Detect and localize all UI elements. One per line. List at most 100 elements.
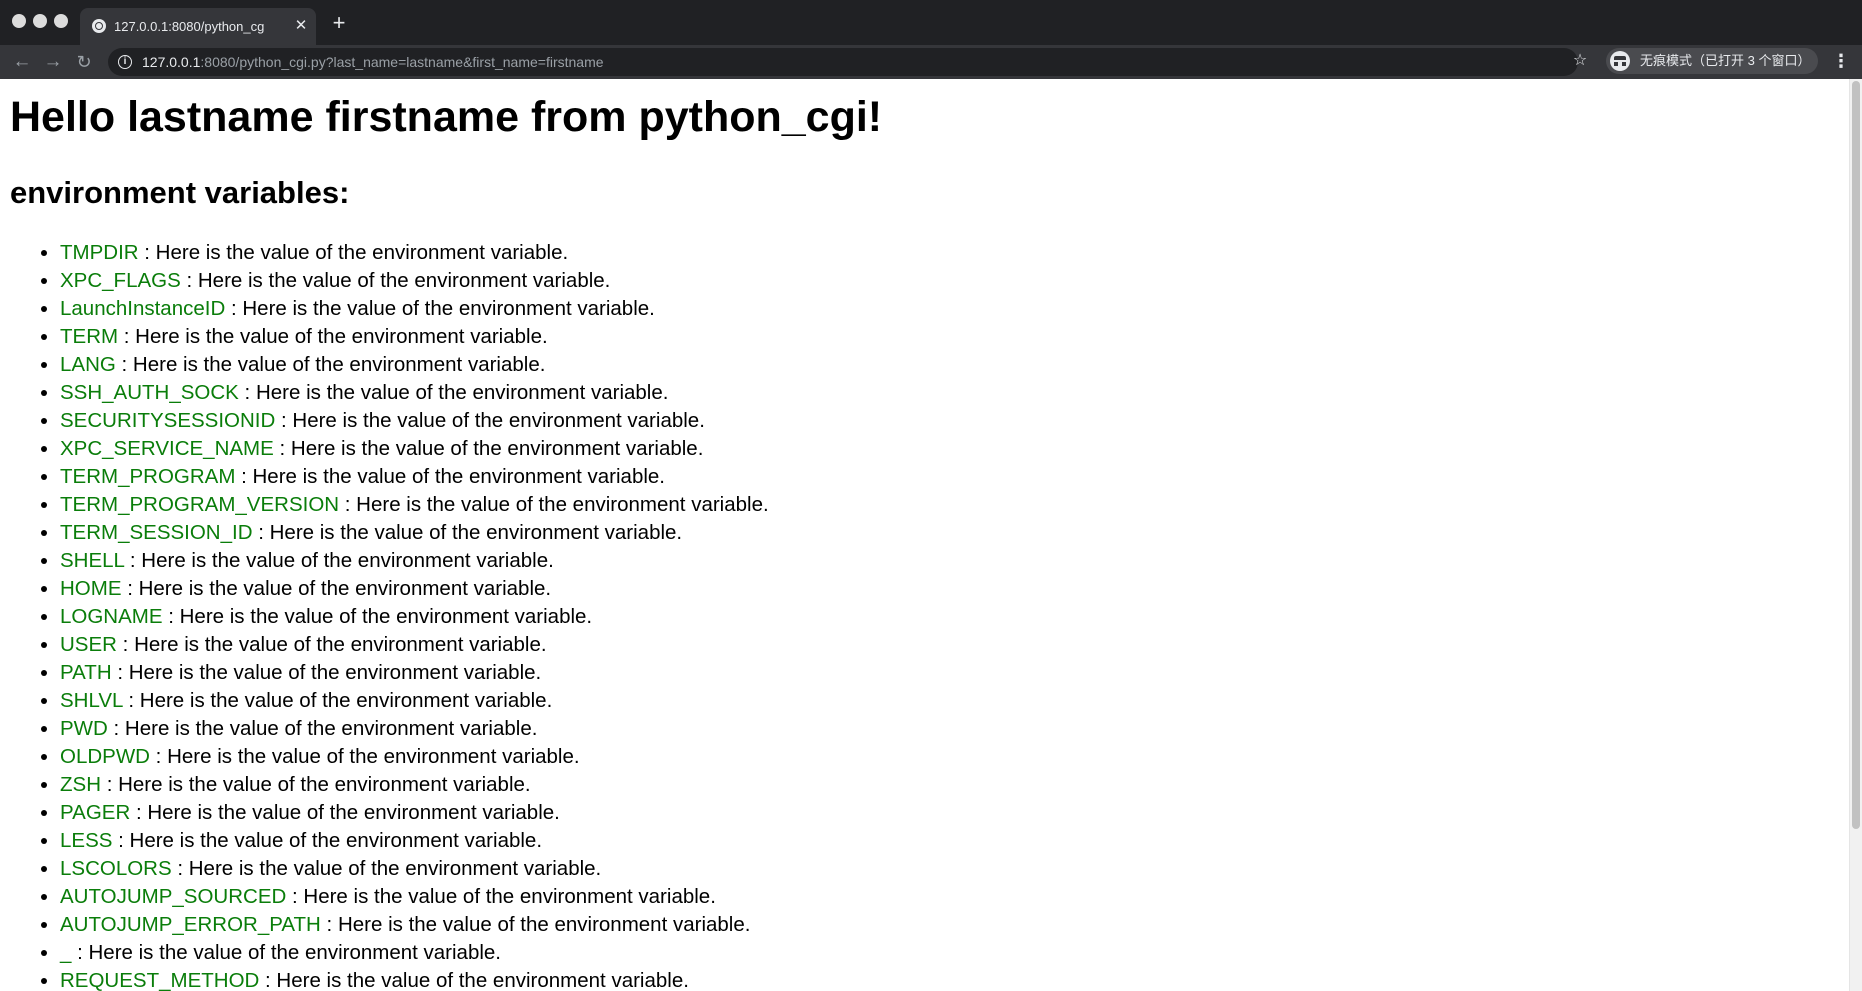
env-var-value: Here is the value of the environment var… bbox=[255, 381, 669, 404]
env-var-item: AUTOJUMP_SOURCED : Here is the value of … bbox=[60, 883, 769, 911]
env-var-separator: : bbox=[111, 661, 129, 684]
address-bar[interactable]: i 127.0.0.1:8080/python_cgi.py?last_name… bbox=[108, 48, 1578, 76]
env-var-item: AUTOJUMP_ERROR_PATH : Here is the value … bbox=[60, 911, 769, 939]
env-var-item: LOGNAME : Here is the value of the envir… bbox=[60, 603, 769, 631]
incognito-label: 无痕模式（已打开 3 个窗口） bbox=[1640, 53, 1811, 68]
env-var-item: PAGER : Here is the value of the environ… bbox=[60, 799, 769, 827]
env-var-item: TERM_SESSION_ID : Here is the value of t… bbox=[60, 519, 769, 547]
env-var-item: PWD : Here is the value of the environme… bbox=[60, 715, 769, 743]
env-var-item: HOME : Here is the value of the environm… bbox=[60, 575, 769, 603]
site-info-icon[interactable]: i bbox=[118, 55, 132, 69]
env-var-name: TMPDIR bbox=[60, 241, 139, 264]
bookmark-star-icon[interactable]: ☆ bbox=[1570, 51, 1590, 71]
env-var-name: SHLVL bbox=[60, 689, 123, 712]
env-var-separator: : bbox=[225, 297, 243, 320]
env-var-name: HOME bbox=[60, 577, 122, 600]
env-var-value: Here is the value of the environment var… bbox=[179, 605, 593, 628]
env-var-separator: : bbox=[275, 409, 293, 432]
env-var-value: Here is the value of the environment var… bbox=[118, 773, 531, 796]
close-tab-icon[interactable]: ✕ bbox=[292, 17, 310, 35]
env-var-name: XPC_FLAGS bbox=[60, 269, 181, 292]
env-var-item: _ : Here is the value of the environment… bbox=[60, 939, 769, 967]
new-tab-button[interactable]: + bbox=[328, 12, 350, 34]
env-var-name: AUTOJUMP_ERROR_PATH bbox=[60, 913, 321, 936]
env-var-name: TERM bbox=[60, 325, 119, 348]
close-window-button[interactable] bbox=[12, 14, 26, 28]
env-var-name: REQUEST_METHOD bbox=[60, 969, 260, 991]
maximize-window-button[interactable] bbox=[54, 14, 68, 28]
back-button[interactable]: ← bbox=[10, 50, 34, 74]
env-var-separator: : bbox=[121, 577, 139, 600]
env-var-item: LESS : Here is the value of the environm… bbox=[60, 827, 769, 855]
env-var-separator: : bbox=[286, 885, 304, 908]
env-var-value: Here is the value of the environment var… bbox=[167, 745, 580, 768]
tab-title: 127.0.0.1:8080/python_cgi.py? bbox=[114, 19, 264, 34]
env-var-value: Here is the value of the environment var… bbox=[242, 297, 655, 320]
browser-chrome: 127.0.0.1:8080/python_cgi.py? ✕ + ← → ↻ … bbox=[0, 0, 1862, 79]
env-var-item: SHLVL : Here is the value of the environ… bbox=[60, 687, 769, 715]
env-var-separator: : bbox=[122, 689, 140, 712]
env-var-name: SHELL bbox=[60, 549, 125, 572]
env-var-item: SSH_AUTH_SOCK : Here is the value of the… bbox=[60, 379, 769, 407]
env-var-value: Here is the value of the environment var… bbox=[141, 549, 554, 572]
env-var-item: USER : Here is the value of the environm… bbox=[60, 631, 769, 659]
env-var-item: TERM_PROGRAM_VERSION : Here is the value… bbox=[60, 491, 769, 519]
env-var-item: TMPDIR : Here is the value of the enviro… bbox=[60, 239, 769, 267]
env-var-value: Here is the value of the environment var… bbox=[132, 353, 546, 376]
incognito-icon bbox=[1610, 51, 1630, 71]
env-var-separator: : bbox=[101, 773, 119, 796]
env-var-item: SHELL : Here is the value of the environ… bbox=[60, 547, 769, 575]
env-var-value: Here is the value of the environment var… bbox=[155, 241, 569, 264]
env-var-value: Here is the value of the environment var… bbox=[276, 969, 689, 991]
env-var-name: LaunchInstanceID bbox=[60, 297, 226, 320]
env-var-separator: : bbox=[339, 493, 357, 516]
env-var-item: TERM_PROGRAM : Here is the value of the … bbox=[60, 463, 769, 491]
env-var-value: Here is the value of the environment var… bbox=[139, 689, 553, 712]
env-var-item: ZSH : Here is the value of the environme… bbox=[60, 771, 769, 799]
env-var-item: TERM : Here is the value of the environm… bbox=[60, 323, 769, 351]
env-var-value: Here is the value of the environment var… bbox=[88, 941, 502, 964]
scrollbar-thumb[interactable] bbox=[1852, 81, 1860, 829]
url-host: 127.0.0.1 bbox=[142, 54, 201, 70]
tab-python-cgi[interactable]: 127.0.0.1:8080/python_cgi.py? ✕ bbox=[80, 8, 316, 45]
env-var-separator: : bbox=[235, 465, 253, 488]
env-var-separator: : bbox=[118, 325, 136, 348]
env-var-value: Here is the value of the environment var… bbox=[337, 913, 751, 936]
env-var-value: Here is the value of the environment var… bbox=[129, 829, 543, 852]
env-var-name: LANG bbox=[60, 353, 116, 376]
reload-button[interactable]: ↻ bbox=[72, 50, 96, 74]
url-text[interactable]: 127.0.0.1:8080/python_cgi.py?last_name=l… bbox=[142, 53, 604, 71]
env-var-name: LOGNAME bbox=[60, 605, 163, 628]
env-var-value: Here is the value of the environment var… bbox=[124, 717, 538, 740]
forward-button[interactable]: → bbox=[41, 50, 65, 74]
env-var-name: USER bbox=[60, 633, 117, 656]
env-var-value: Here is the value of the environment var… bbox=[290, 437, 704, 460]
page-content: Hello lastname firstname from python_cgi… bbox=[0, 79, 1849, 991]
env-var-separator: : bbox=[320, 913, 338, 936]
url-path: :8080/python_cgi.py?last_name=lastname&f… bbox=[200, 54, 604, 70]
env-var-item: XPC_FLAGS : Here is the value of the env… bbox=[60, 267, 769, 295]
minimize-window-button[interactable] bbox=[33, 14, 47, 28]
env-var-separator: : bbox=[71, 941, 89, 964]
env-var-separator: : bbox=[273, 437, 291, 460]
env-var-value: Here is the value of the environment var… bbox=[292, 409, 705, 432]
env-var-name: TERM_PROGRAM_VERSION bbox=[60, 493, 340, 516]
page-scrollbar[interactable] bbox=[1849, 79, 1862, 991]
env-var-separator: : bbox=[107, 717, 125, 740]
env-var-name: ZSH bbox=[60, 773, 101, 796]
env-var-value: Here is the value of the environment var… bbox=[252, 465, 666, 488]
env-var-separator: : bbox=[162, 605, 180, 628]
env-var-separator: : bbox=[149, 745, 168, 768]
env-var-value: Here is the value of the environment var… bbox=[356, 493, 769, 516]
env-var-value: Here is the value of the environment var… bbox=[128, 661, 542, 684]
env-var-separator: : bbox=[180, 269, 198, 292]
browser-menu-icon[interactable]: ⋮ bbox=[1832, 49, 1850, 73]
env-var-item: SECURITYSESSIONID : Here is the value of… bbox=[60, 407, 769, 435]
env-var-name: AUTOJUMP_SOURCED bbox=[60, 885, 287, 908]
incognito-badge[interactable]: 无痕模式（已打开 3 个窗口） bbox=[1606, 48, 1818, 74]
env-var-name: TERM_PROGRAM bbox=[60, 465, 236, 488]
env-var-separator: : bbox=[138, 241, 156, 264]
env-var-name: PATH bbox=[60, 661, 112, 684]
env-var-value: Here is the value of the environment var… bbox=[138, 577, 552, 600]
env-var-separator: : bbox=[112, 829, 130, 852]
